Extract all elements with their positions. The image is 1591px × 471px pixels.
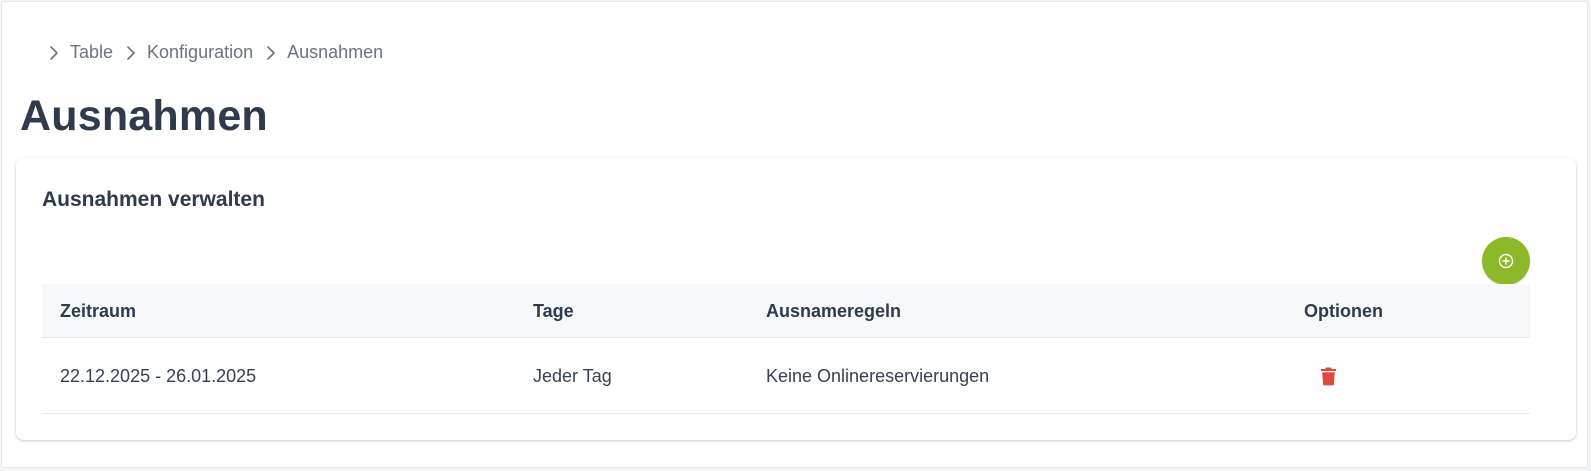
add-exception-button[interactable]: [1482, 237, 1530, 285]
trash-icon: [1320, 366, 1337, 386]
column-header-tage: Tage: [533, 301, 574, 321]
cell-zeitraum: 22.12.2025 - 26.01.2025: [60, 366, 257, 386]
chevron-right-icon: [125, 43, 137, 63]
breadcrumb-item-table[interactable]: Table: [48, 42, 125, 63]
exceptions-card: Ausnahmen verwalten Zeitraum Tage Ausnam…: [16, 158, 1576, 440]
cell-tage: Jeder Tag: [533, 366, 612, 386]
breadcrumb-label[interactable]: Konfiguration: [147, 42, 253, 63]
column-header-regeln: Ausnameregeln: [766, 301, 902, 321]
breadcrumb-label[interactable]: Table: [70, 42, 113, 63]
breadcrumb: Table Konfiguration Ausnahmen: [48, 42, 395, 63]
table-header: Zeitraum Tage Ausnameregeln Optionen: [42, 284, 1530, 338]
delete-button[interactable]: [1318, 365, 1338, 387]
table-row: 22.12.2025 - 26.01.2025 Jeder Tag Keine …: [42, 338, 1530, 414]
page-title: Ausnahmen: [20, 92, 268, 140]
breadcrumb-item-konfiguration[interactable]: Konfiguration: [125, 42, 265, 63]
cell-regeln: Keine Onlinereservierungen: [766, 366, 990, 386]
column-header-zeitraum: Zeitraum: [60, 301, 137, 321]
chevron-right-icon: [48, 43, 60, 63]
page-container: Table Konfiguration Ausnahmen Ausnahmen …: [1, 1, 1588, 468]
breadcrumb-label: Ausnahmen: [287, 42, 384, 62]
column-header-optionen: Optionen: [1304, 301, 1383, 321]
card-title: Ausnahmen verwalten: [42, 188, 265, 211]
chevron-right-icon: [265, 43, 277, 63]
plus-circle-icon: [1498, 253, 1514, 269]
breadcrumb-item-ausnahmen: Ausnahmen: [265, 42, 395, 63]
exceptions-table: Zeitraum Tage Ausnameregeln Optionen 22.…: [42, 284, 1530, 414]
